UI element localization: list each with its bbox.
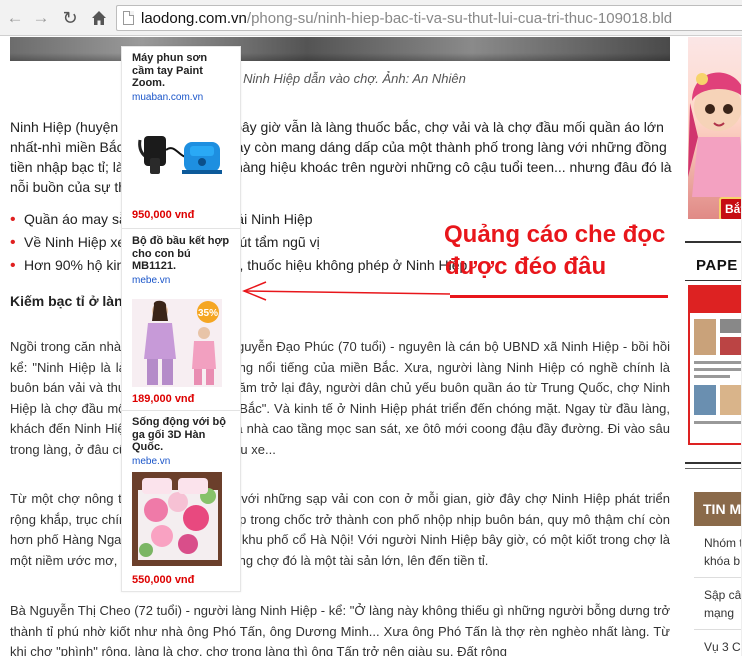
browser-toolbar: ← → ↻ laodong.com.vn/phong-su/ninh-hiep-… bbox=[0, 0, 742, 36]
news-link[interactable]: Sập câu bbox=[704, 586, 742, 604]
back-arrow-icon[interactable]: ← bbox=[5, 8, 25, 28]
sidebar-divider bbox=[685, 468, 742, 469]
sidebar-divider bbox=[685, 241, 742, 243]
ad-divider bbox=[122, 410, 240, 411]
news-link[interactable]: khóa b bbox=[704, 552, 740, 570]
article-paragraph: Từ một chợ nông thôn nhỏ bé bán vải với … bbox=[10, 491, 670, 568]
ad-domain[interactable]: muaban.com.vn bbox=[132, 92, 232, 104]
url-path: /phong-su/ninh-hiep-bac-ti-va-su-thut-lu… bbox=[246, 10, 673, 27]
section-heading: Kiếm bạc tỉ ở làng bbox=[10, 293, 132, 309]
discount-badge: 35% bbox=[198, 308, 218, 319]
news-link[interactable]: Vụ 3 C bbox=[704, 638, 741, 656]
ad-title[interactable]: Bộ đồ bầu kết hợp cho con bú MB1121. bbox=[132, 235, 232, 273]
annotation-line-1: Quảng cáo che đọc bbox=[444, 221, 666, 248]
ad-divider bbox=[122, 228, 240, 229]
maternity-clothes-image[interactable]: 35% bbox=[132, 299, 222, 387]
right-sidebar: Bắt PAPE TIN M Nhóm t khóa b Sập câu bbox=[685, 37, 742, 656]
photo-caption: ...ng Ninh Hiệp dẫn vào chợ. Ảnh: An Nhi… bbox=[214, 71, 466, 86]
reload-icon[interactable]: ↻ bbox=[60, 8, 80, 28]
paint-sprayer-image[interactable] bbox=[132, 122, 222, 182]
ad-price: 550,000 vnđ bbox=[132, 574, 195, 586]
ad-item[interactable]: Máy phun sơn cầm tay Paint Zoom. muaban.… bbox=[132, 52, 232, 221]
news-divider bbox=[694, 629, 742, 630]
ad-price: 950,000 vnđ bbox=[132, 209, 195, 221]
news-link[interactable]: mạng bbox=[704, 604, 734, 622]
game-banner-ad[interactable]: Bắt bbox=[688, 37, 742, 219]
page-icon bbox=[123, 11, 134, 25]
url-text: laodong.com.vn/phong-su/ninh-hiep-bac-ti… bbox=[141, 10, 672, 27]
forward-arrow-icon[interactable]: → bbox=[31, 8, 51, 28]
address-bar[interactable]: laodong.com.vn/phong-su/ninh-hiep-bac-ti… bbox=[116, 5, 742, 31]
sidebar-divider bbox=[685, 462, 742, 464]
game-play-button[interactable]: Bắt bbox=[719, 197, 742, 219]
article-lead: Ninh Hiệp (huyện Gia Lâm, Hà Nội) bây gi… bbox=[10, 119, 672, 195]
home-icon[interactable] bbox=[89, 8, 109, 28]
ad-title[interactable]: Sống động với bộ ga gối 3D Hàn Quốc. bbox=[132, 416, 232, 454]
annotation-arrow-icon bbox=[242, 281, 451, 301]
paper-label: PAPE bbox=[696, 257, 738, 274]
overlay-ad-panel[interactable]: Máy phun sơn cầm tay Paint Zoom. muaban.… bbox=[121, 46, 241, 592]
ad-price: 189,000 vnđ bbox=[132, 393, 195, 405]
ad-title[interactable]: Máy phun sơn cầm tay Paint Zoom. bbox=[132, 52, 232, 90]
news-link[interactable]: Nhóm t bbox=[704, 534, 742, 552]
page-content: ...ng Ninh Hiệp dẫn vào chợ. Ảnh: An Nhi… bbox=[0, 37, 742, 656]
news-divider bbox=[694, 577, 742, 578]
newspaper-thumbnail[interactable] bbox=[688, 285, 742, 445]
article-paragraph: Bà Nguyễn Thị Cheo (72 tuổi) - người làn… bbox=[10, 603, 670, 656]
article-photo bbox=[10, 37, 670, 61]
ad-domain[interactable]: mebe.vn bbox=[132, 456, 232, 468]
article-paragraph: Ngồi trong căn nhà khang trang, ông Nguy… bbox=[10, 339, 670, 457]
ad-item[interactable]: Sống động với bộ ga gối 3D Hàn Quốc. meb… bbox=[132, 416, 232, 586]
annotation-text: Quảng cáo che đọc được đéo đâu bbox=[444, 219, 665, 283]
annotation-line-2: được đéo đâu bbox=[445, 253, 607, 280]
url-host: laodong.com.vn bbox=[141, 10, 247, 27]
ad-domain[interactable]: mebe.vn bbox=[132, 275, 232, 287]
news-section-header: TIN M bbox=[694, 492, 742, 526]
newspaper-masthead bbox=[690, 287, 742, 313]
annotation-underline bbox=[450, 295, 668, 298]
bedding-3d-image[interactable] bbox=[132, 472, 222, 566]
ad-item[interactable]: Bộ đồ bầu kết hợp cho con bú MB1121. meb… bbox=[132, 235, 232, 405]
sidebar-divider bbox=[685, 280, 742, 281]
